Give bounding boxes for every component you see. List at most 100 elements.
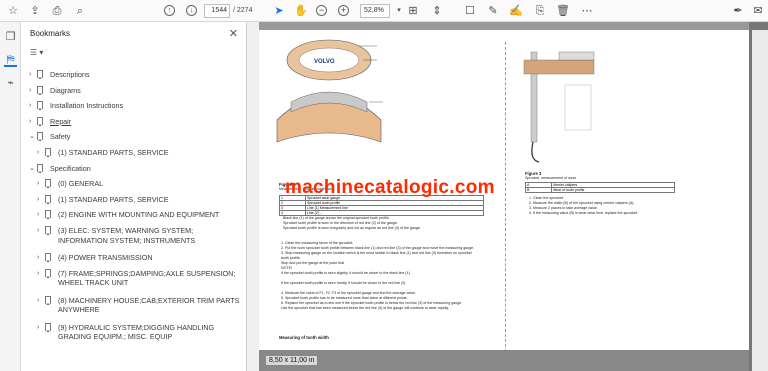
vertical-scrollbar[interactable]: [752, 30, 768, 371]
text-line: NOTE!: [281, 266, 292, 270]
more-icon[interactable]: ⋯: [580, 4, 594, 18]
bookmark-label: Specification: [50, 163, 91, 173]
bookmark-flag-icon: [37, 116, 43, 126]
comment-icon[interactable]: ☐: [463, 4, 477, 18]
select-cursor-icon[interactable]: ➤: [272, 4, 286, 18]
bookmark-label: (2) ENGINE WITH MOUNTING AND EQUIPMENT: [58, 210, 220, 220]
bookmark-label: (8) MACHINERY HOUSE;CAB;EXTERIOR TRIM PA…: [58, 295, 240, 315]
bookmark-item[interactable]: › (1) STANDARD PARTS, SERVICE: [37, 148, 241, 158]
bookmark-options-icon[interactable]: ☰ ▾: [30, 48, 43, 57]
bookmark-label: (4) POWER TRANSMISSION: [58, 253, 153, 262]
mail-icon[interactable]: ✉: [751, 4, 765, 18]
text-line: 5. Sprocket tooth profile has to be meas…: [281, 296, 408, 300]
panel-splitter[interactable]: [247, 22, 259, 371]
search-icon[interactable]: ⌕: [73, 4, 87, 18]
zoom-select[interactable]: 52,8%: [360, 4, 390, 18]
star-icon[interactable]: ☆: [6, 4, 20, 18]
chevron-right-icon[interactable]: ›: [37, 269, 39, 279]
bookmark-item[interactable]: › Installation Instructions: [29, 101, 241, 111]
page-up-icon[interactable]: ↑: [164, 5, 175, 16]
bookmark-flag-icon: [45, 268, 51, 278]
chevron-right-icon[interactable]: ›: [29, 86, 31, 96]
page-down-icon[interactable]: ↓: [186, 5, 197, 16]
bookmark-label: (3) ELEC. SYSTEM; WARNING SYSTEM; INFORM…: [58, 226, 196, 245]
bookmark-item[interactable]: › Descriptions: [29, 70, 241, 80]
delete-icon[interactable]: 🗑: [556, 4, 570, 18]
scroll-mode-icon[interactable]: ⇕: [430, 4, 444, 18]
text-line: 2. Measure the width (B) of the sprocket…: [529, 201, 635, 205]
pages-icon[interactable]: ❐: [4, 31, 17, 44]
bookmark-item[interactable]: › (1) STANDARD PARTS, SERVICE: [37, 194, 241, 205]
text-line: 4. If the measuring value (B) is wear we…: [529, 211, 639, 215]
bookmark-item[interactable]: › (2) ENGINE WITH MOUNTING AND EQUIPMENT: [37, 210, 241, 220]
bookmark-item[interactable]: › (4) POWER TRANSMISSION: [37, 253, 241, 263]
text-line: 3. Stop measuring gauge on the location …: [281, 251, 472, 255]
watermark: machinecatalogic.com: [285, 177, 495, 198]
bookmark-item[interactable]: › (0) GENERAL: [37, 179, 241, 189]
attachment-icon[interactable]: ⌁: [4, 77, 17, 90]
chevron-right-icon[interactable]: ›: [37, 296, 39, 306]
stamp-icon[interactable]: ⎘: [533, 4, 547, 18]
legend-cell: Line (2) ...: [305, 210, 484, 216]
bookmark-item[interactable]: ⌄ Safety: [29, 132, 241, 142]
pen-icon[interactable]: ✎: [486, 4, 500, 18]
text-line: 2. Put the worn sprocket tooth profile b…: [281, 246, 475, 250]
text-line: 1. Clean the measuring faces of the spro…: [281, 241, 354, 245]
bookmark-label: (1) STANDARD PARTS, SERVICE: [58, 148, 169, 157]
legend-cell: B: [525, 187, 552, 193]
print-icon[interactable]: ⎙: [50, 4, 64, 18]
bookmark-flag-icon: [45, 179, 51, 189]
bookmark-label: (1) STANDARD PARTS, SERVICE: [58, 194, 169, 204]
cloud-upload-icon[interactable]: ⇪: [28, 4, 42, 18]
chevron-down-icon[interactable]: ⌄: [29, 164, 35, 174]
text-line: Sprocket tooth profile is worn in the di…: [283, 221, 398, 225]
chevron-down-icon[interactable]: ⌄: [29, 132, 35, 142]
bookmark-item[interactable]: › Diagrams: [29, 85, 241, 96]
text-line: If the sprocket tooth profile is worn sl…: [281, 271, 411, 275]
zoom-out-icon[interactable]: −: [316, 5, 327, 16]
bookmark-label: Diagrams: [50, 85, 81, 95]
bookmark-flag-icon: [37, 163, 43, 173]
text-line: 4. Measure the value of F1, F2, F3 of th…: [281, 291, 417, 295]
bookmark-item[interactable]: › (3) ELEC. SYSTEM; WARNING SYSTEM; INFOR…: [37, 226, 241, 245]
chevron-right-icon[interactable]: ›: [37, 323, 39, 333]
chevron-right-icon[interactable]: ›: [37, 179, 39, 189]
hand-icon[interactable]: ✋: [294, 4, 308, 18]
bookmark-item[interactable]: › Repair: [29, 116, 241, 127]
chevron-right-icon[interactable]: ›: [37, 195, 39, 205]
dropdown-chevron-icon[interactable]: ▾: [392, 4, 406, 18]
chevron-right-icon[interactable]: ›: [37, 226, 39, 236]
highlight-icon[interactable]: ✍: [509, 4, 523, 18]
text-line: Stop and put the gauge at the point that: [281, 261, 345, 265]
bookmark-flag-icon: [45, 226, 51, 235]
legend-row: 4 Line (2) ...: [279, 210, 484, 216]
volvo-logo: VOLVO: [314, 59, 335, 65]
page-total: / 2274: [233, 7, 253, 14]
bookmark-item[interactable]: › (9) HYDRAULIC SYSTEM;DIGGING HANDLING G…: [37, 322, 241, 342]
close-icon[interactable]: ✕: [229, 27, 238, 40]
chevron-right-icon[interactable]: ›: [37, 253, 39, 263]
caliper-figure: [523, 51, 595, 163]
bookmark-item[interactable]: › (7) FRAME;SPRINGS;DAMPING;AXLE SUSPENSI…: [37, 268, 241, 288]
figure-right-subcaption: Sprocket, measurement of wear: [525, 176, 576, 180]
legend-row: B Wear of tooth profile: [525, 187, 675, 193]
bookmark-icon[interactable]: ⛿: [4, 54, 17, 67]
zoom-in-icon[interactable]: +: [338, 5, 349, 16]
text-line: Black line (1) of the gauge shows the or…: [283, 216, 390, 220]
bookmark-item[interactable]: › (8) MACHINERY HOUSE;CAB;EXTERIOR TRIM P…: [37, 295, 241, 315]
text-line: If the sprocket tooth profile is worn ha…: [281, 281, 407, 285]
chevron-right-icon[interactable]: ›: [29, 101, 31, 111]
figure-right-legend: A Vernier calipers B Wear of tooth profile: [525, 182, 675, 193]
page-number-input[interactable]: 1544: [204, 4, 230, 18]
bookmark-item[interactable]: ⌄ Specification: [29, 163, 241, 174]
chevron-right-icon[interactable]: ›: [29, 70, 31, 80]
chevron-right-icon[interactable]: ›: [37, 210, 39, 220]
sign-icon[interactable]: ✒: [731, 4, 745, 18]
chevron-right-icon[interactable]: ›: [37, 148, 39, 158]
bookmark-flag-icon: [37, 101, 43, 111]
fit-page-icon[interactable]: ⊞: [406, 4, 420, 18]
chevron-right-icon[interactable]: ›: [29, 117, 31, 127]
bookmarks-panel: Bookmarks ✕ ☰ ▾ › Descriptions › Diagrams › I…: [21, 22, 247, 371]
bookmark-flag-icon: [37, 70, 43, 79]
column-divider: [505, 42, 506, 362]
